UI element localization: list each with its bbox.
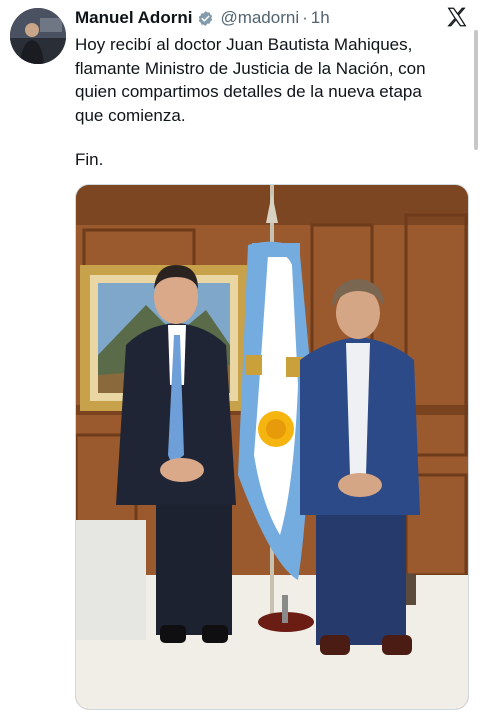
tweet-header: Manuel Adorni @madorni · 1h [75,6,420,30]
scrollbar[interactable] [474,30,478,150]
verified-badge-icon [199,10,213,26]
tweet-closing: Fin. [75,150,104,169]
author-avatar[interactable] [10,8,66,64]
tweet-text: Hoy recibí al doctor Juan Bautista Mahiq… [75,35,426,125]
author-handle[interactable]: @madorni [220,8,299,28]
tweet-photo[interactable] [75,184,469,710]
separator-dot: · [302,8,308,27]
timestamp[interactable]: 1h [311,8,330,28]
author-name[interactable]: Manuel Adorni [75,8,192,28]
x-logo-icon[interactable] [446,6,468,28]
